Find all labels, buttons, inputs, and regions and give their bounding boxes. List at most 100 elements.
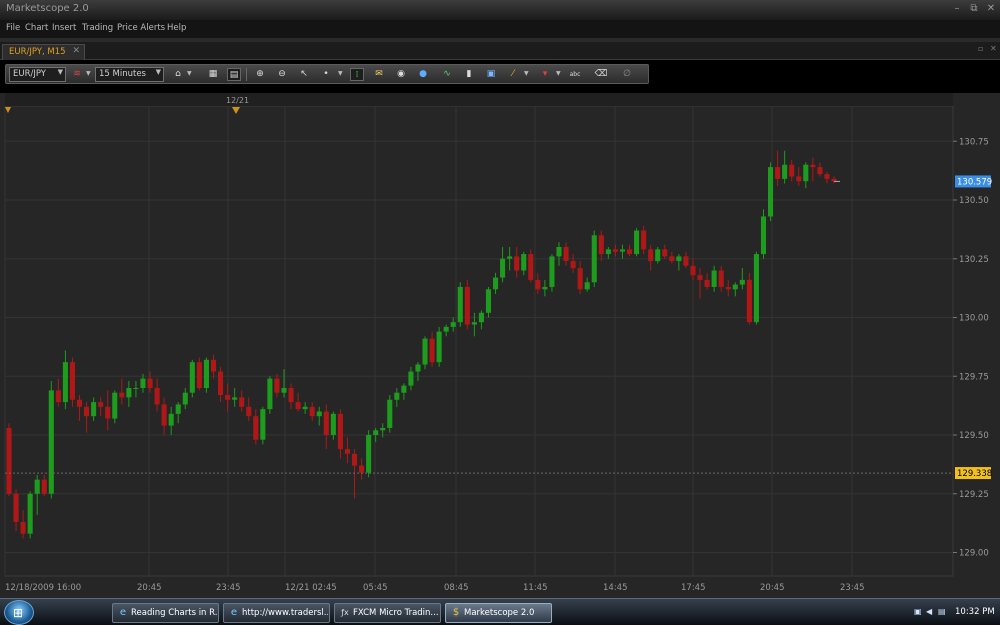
windows-logo-icon: ⊞ [13,606,24,620]
chart-tab[interactable]: EUR/JPY, M15 ✕ [2,44,85,60]
candle-down [323,411,329,435]
layout-icon[interactable]: ⌂ [171,68,185,81]
restore-button[interactable]: ⧉ [967,3,981,14]
taskbar: ⊞ e Reading Charts in R... e http://www.… [0,598,1000,625]
candle-up [521,254,527,271]
candle-down [662,249,668,257]
color-icon[interactable]: ▾ [538,68,552,81]
candle-down [746,279,752,323]
candle-down [775,167,781,179]
candle-down [612,249,618,252]
candle-down [147,378,153,388]
candle-down [641,230,647,250]
volume-icon[interactable]: ◀ [926,607,936,617]
candle-down [598,235,604,255]
candle-down [6,427,12,494]
chart-type-icon[interactable]: ≋ [70,68,84,81]
menu-price-alerts[interactable]: Price Alerts [117,23,165,33]
restore-chart-icon[interactable]: ▫ [978,44,983,53]
dot-icon[interactable]: • [319,68,333,81]
candle-down [154,388,160,405]
close-chart-icon[interactable]: ✕ [990,44,997,53]
symbol-value: EUR/JPY [13,69,46,79]
candle-down [669,256,675,262]
chevron-down-icon[interactable]: ▼ [524,70,529,77]
zoom-in-icon[interactable]: ⊕ [253,68,267,81]
candle-up [634,230,640,255]
globe-icon[interactable]: ● [416,68,430,81]
candle-up [478,312,484,323]
zoom-out-icon[interactable]: ⊖ [275,68,289,81]
system-tray: ▣ ◀ ▤ 10:32 PM [912,603,1000,623]
chevron-down-icon[interactable]: ▼ [556,70,561,77]
candle-down [210,359,217,372]
candle-up [711,270,717,287]
indicator-icon[interactable]: ∿ [440,68,454,81]
y-tick-label: 129.50 [959,431,989,441]
symbol-select[interactable]: EUR/JPY ▼ [9,67,66,82]
timeframe-value: 15 Minutes [99,69,146,79]
x-tick-label: 12/18/2009 16:00 [5,583,81,593]
candle-down [84,406,90,417]
note-icon[interactable]: ✉ [372,68,386,81]
candle-up [443,326,449,332]
menu-file[interactable]: File [6,23,20,33]
task-label: http://www.tradersl... [242,608,328,618]
candle-up [133,388,139,389]
candle-up [803,164,809,182]
timeframe-select[interactable]: 15 Minutes ▼ [95,67,164,82]
chevron-down-icon[interactable]: ▼ [86,70,91,77]
candle-down [225,395,231,400]
task-button-fxcm[interactable]: ƒx FXCM Micro Tradin... [334,603,441,623]
candle-up [782,164,788,179]
candle-up [302,406,308,410]
chevron-down-icon[interactable]: ▼ [187,70,192,77]
chart-area[interactable]: 130.75 130.50 130.25 130.00 129.75 129.50 129.… [0,93,1000,598]
candle-down [218,371,224,396]
chart-tab-label: EUR/JPY, M15 [9,47,66,57]
cursor-icon[interactable]: ↖ [297,68,311,81]
candle-down [683,256,689,266]
candle-up [175,404,181,414]
grid-icon[interactable]: ▦ [206,68,220,81]
start-button[interactable]: ⊞ [4,600,34,625]
candle-down [570,261,576,269]
candle-up [655,249,661,262]
chevron-down-icon: ▼ [57,68,63,76]
task-button-reading-charts[interactable]: e Reading Charts in R... [112,603,219,623]
app-title: Marketscope 2.0 [6,3,89,14]
lock-icon[interactable]: ∅ [620,68,634,81]
menu-insert[interactable]: Insert [52,23,76,33]
eye-icon[interactable]: ◉ [394,68,408,81]
eraser-icon[interactable]: ⌫ [594,68,608,81]
abc-text-icon[interactable]: abc [568,68,582,81]
chevron-down-icon[interactable]: ▼ [338,70,343,77]
network-icon[interactable]: ▣ [914,607,924,617]
candle-up [732,284,738,290]
pencil-icon[interactable]: ⁄ [506,68,520,81]
task-button-tradersl[interactable]: e http://www.tradersl... [223,603,330,623]
minimize-button[interactable]: – [950,3,964,14]
candle-up [457,286,463,323]
x-tick-label: 20:45 [137,583,162,593]
menu-trading[interactable]: Trading [82,23,113,33]
candle-down [41,479,47,494]
close-button[interactable]: ✕ [984,3,998,14]
candlestick-chart[interactable]: 130.75 130.50 130.25 130.00 129.75 129.50 129.… [0,93,1000,598]
power-icon[interactable]: ▤ [938,607,948,617]
candle-up [267,378,273,410]
menu-help[interactable]: Help [167,23,186,33]
scale-icon[interactable]: ▤ [227,68,241,81]
marker-icon[interactable]: ▮ [462,68,476,81]
task-button-marketscope[interactable]: $ Marketscope 2.0 [445,603,552,623]
crosshair-icon[interactable]: ⁞ [350,68,364,81]
candle-up [387,399,393,428]
clock[interactable]: 10:32 PM [955,607,995,617]
candle-down [690,265,696,276]
menu-chart[interactable]: Chart [25,23,48,33]
close-icon[interactable]: ✕ [72,46,80,56]
image-icon[interactable]: ▣ [484,68,498,81]
candle-down [429,338,435,363]
candle-down [535,279,541,290]
date-marker-label: 12/21 [226,96,249,105]
